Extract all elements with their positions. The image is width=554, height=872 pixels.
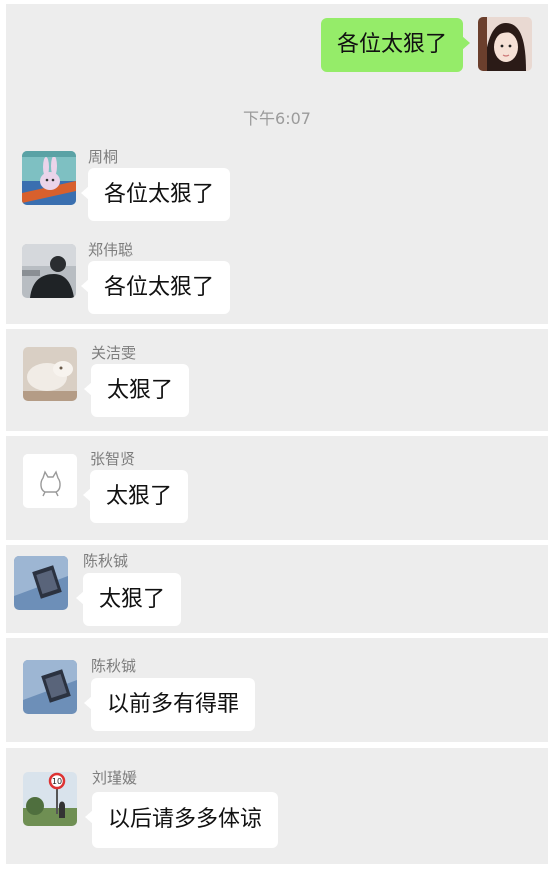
sender-name: 周桐 [88, 148, 119, 166]
avatar-zhangzhixian[interactable] [23, 454, 77, 508]
dark-photo-icon [22, 244, 76, 298]
message-bubble[interactable]: 各位太狠了 [80, 261, 231, 314]
avatar-guanjiewen[interactable] [23, 347, 77, 401]
avatar-zhoutong[interactable] [22, 151, 76, 205]
chat-panel-2[interactable]: 关洁雯 太狠了 [6, 329, 548, 431]
avatar-liujinyuan[interactable]: 10 [23, 772, 77, 826]
sender-name: 张智贤 [90, 450, 136, 468]
sender-name: 刘瑾媛 [92, 769, 138, 787]
self-avatar[interactable] [478, 17, 532, 71]
blue-photo-icon [14, 556, 68, 610]
speed-sign-photo-icon: 10 [23, 772, 77, 826]
sender-name: 陈秋铖 [91, 657, 137, 675]
chat-panel-3[interactable]: 张智贤 太狠了 [6, 436, 548, 540]
chat-panel-4[interactable]: 陈秋铖 太狠了 [6, 545, 548, 633]
chat-screenshot-collage: 各位太狠了 下午6:07 周桐 各位太狠了 郑伟聪 各位太狠了 关洁雯 太狠了 … [0, 0, 554, 872]
chat-panel-5[interactable]: 陈秋铖 以前多有得罪 [6, 638, 548, 742]
girl-photo-icon [478, 17, 532, 71]
chat-panel-1[interactable]: 各位太狠了 下午6:07 周桐 各位太狠了 郑伟聪 各位太狠了 [6, 4, 548, 324]
speed-sign-number: 10 [52, 777, 62, 786]
bunny-cartoon-icon [22, 151, 76, 205]
message-bubble[interactable]: 以前多有得罪 [83, 678, 256, 731]
sender-name: 陈秋铖 [83, 552, 129, 570]
message-bubble[interactable]: 各位太狠了 [80, 168, 231, 221]
cat-photo-icon [23, 347, 77, 401]
message-bubble[interactable]: 太狠了 [83, 364, 190, 417]
message-bubble[interactable]: 太狠了 [82, 470, 189, 523]
outgoing-message-bubble[interactable]: 各位太狠了 [320, 18, 471, 72]
avatar-zhengweicong[interactable] [22, 244, 76, 298]
white-cat-icon [23, 454, 77, 508]
sender-name: 郑伟聪 [88, 241, 134, 259]
message-bubble[interactable]: 以后请多多体谅 [84, 792, 279, 848]
chat-panel-6[interactable]: 10 刘瑾媛 以后请多多体谅 [6, 748, 548, 864]
sender-name: 关洁雯 [91, 344, 137, 362]
message-bubble[interactable]: 太狠了 [75, 573, 182, 626]
avatar-chenqiucheng[interactable] [23, 660, 77, 714]
blue-photo-icon [23, 660, 77, 714]
time-divider: 下午6:07 [243, 109, 311, 128]
avatar-chenqiucheng[interactable] [14, 556, 68, 610]
